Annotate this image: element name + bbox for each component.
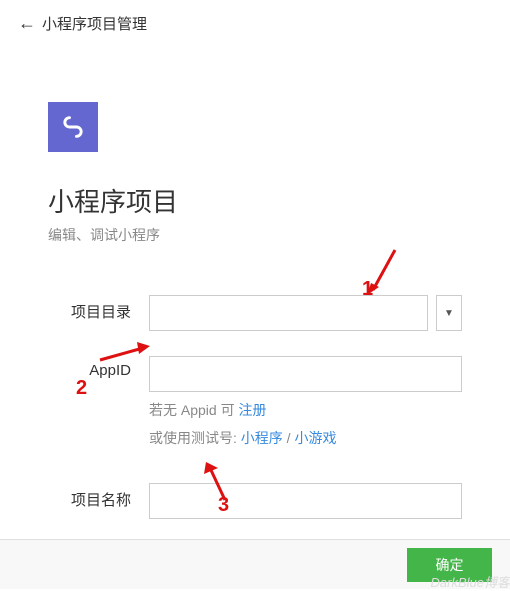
confirm-button[interactable]: 确定 [407, 548, 492, 582]
test-mp-link[interactable]: 小程序 [241, 430, 283, 446]
register-link[interactable]: 注册 [238, 402, 266, 418]
project-name-input[interactable] [149, 483, 462, 519]
appid-label: AppID [48, 356, 149, 379]
appid-row: AppID 若无 Appid 可 注册 或使用测试号: 小程序 / 小游戏 [48, 356, 462, 448]
project-dir-label: 项目目录 [48, 295, 149, 322]
back-arrow-icon[interactable]: ← [18, 13, 36, 34]
project-name-label: 项目名称 [48, 483, 149, 510]
page-subtitle: 编辑、调试小程序 [48, 225, 462, 245]
header: ← 小程序项目管理 [0, 0, 510, 47]
test-game-link[interactable]: 小游戏 [294, 430, 336, 446]
appid-hint-test: 或使用测试号: 小程序 / 小游戏 [149, 428, 462, 448]
header-title: 小程序项目管理 [42, 13, 147, 34]
form: 项目目录 ▼ AppID 若无 Appid 可 注册 或使用测试号: 小程序 /… [48, 295, 462, 519]
appid-hint-register: 若无 Appid 可 注册 [149, 400, 462, 420]
mp-logo-icon [48, 102, 98, 152]
content: 小程序项目 编辑、调试小程序 项目目录 ▼ AppID 若无 Appid 可 注… [0, 102, 510, 519]
appid-test-prefix: 或使用测试号: [149, 430, 241, 446]
appid-hint-prefix: 若无 Appid 可 [149, 402, 238, 418]
divider-slash: / [283, 430, 295, 446]
project-dir-dropdown-button[interactable]: ▼ [436, 295, 462, 331]
footer: 确定 [0, 539, 510, 589]
project-name-row: 项目名称 [48, 483, 462, 519]
chevron-down-icon: ▼ [444, 308, 454, 319]
project-dir-input[interactable] [149, 295, 428, 331]
page-title: 小程序项目 [48, 182, 462, 219]
project-dir-row: 项目目录 ▼ [48, 295, 462, 331]
appid-input[interactable] [149, 356, 462, 392]
